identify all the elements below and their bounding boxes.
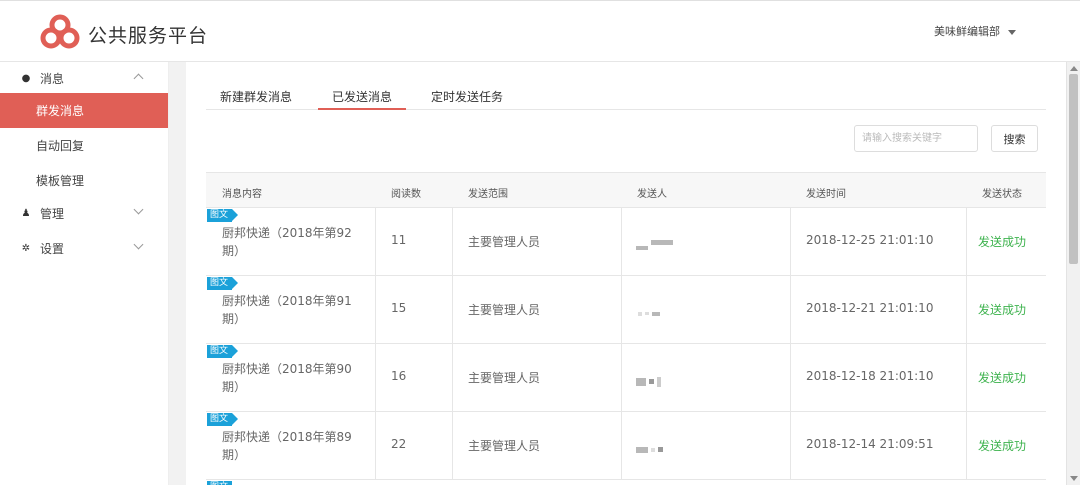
user-account-menu[interactable]: 美味鲜编辑部	[934, 23, 1016, 39]
table-header: 消息内容 阅读数 发送范围 发送人 发送时间 发送状态	[206, 173, 1046, 208]
message-title[interactable]: 厨邦快递（2018年第91期）	[222, 292, 357, 328]
message-title[interactable]: 厨邦快递（2018年第90期）	[222, 360, 357, 396]
caret-down-icon	[1008, 29, 1016, 35]
send-time: 2018-12-18 21:01:10	[806, 369, 934, 383]
chat-bubble-icon: ●	[21, 72, 31, 84]
app-title: 公共服务平台	[88, 25, 209, 47]
send-scope: 主要管理人员	[468, 235, 541, 249]
sidebar-group-label: 消息	[40, 71, 65, 86]
article-badge: 图文	[207, 209, 233, 222]
article-badge: 图文	[207, 345, 233, 358]
send-time: 2018-12-14 21:09:51	[806, 437, 934, 451]
sidebar-group-manage[interactable]: ♟ 管理	[0, 198, 168, 228]
read-count: 11	[391, 233, 407, 247]
sidebar: ● 消息 群发消息 自动回复 模板管理 ♟ 管理 ✲ 设置	[0, 62, 169, 485]
user-icon: ♟	[21, 207, 31, 219]
chevron-up-icon	[133, 73, 144, 84]
redacted-sender	[636, 371, 664, 390]
tab-sent-messages[interactable]: 已发送消息	[318, 88, 407, 110]
redacted-sender	[636, 439, 666, 458]
read-count: 22	[391, 437, 407, 451]
column-header-status: 发送状态	[982, 189, 1022, 200]
table-row[interactable]: 图文 厨邦快递（2018年第92期） 11 主要管理人员 2018-12-25 …	[206, 208, 1046, 276]
sidebar-item-group-message[interactable]: 群发消息	[0, 93, 168, 128]
sidebar-group-messages[interactable]: ● 消息	[0, 63, 168, 93]
scrollbar-thumb[interactable]	[1069, 74, 1078, 264]
sidebar-item-label: 模板管理	[36, 174, 85, 188]
scroll-down-arrow-icon[interactable]	[1070, 476, 1078, 481]
sidebar-group-settings[interactable]: ✲ 设置	[0, 233, 168, 263]
column-header-scope: 发送范围	[468, 189, 508, 200]
article-badge: 图文	[207, 277, 233, 290]
chevron-down-icon	[133, 239, 144, 250]
redacted-sender	[636, 235, 676, 254]
send-status: 发送成功	[978, 235, 1027, 249]
top-header: 公共服务平台 美味鲜编辑部	[0, 0, 1080, 62]
table-row[interactable]: 图文 厨邦快递（2018年第89期） 22 主要管理人员 2018-12-14 …	[206, 412, 1046, 480]
sidebar-group-label: 管理	[40, 206, 65, 221]
search-button[interactable]: 搜索	[991, 125, 1038, 152]
sidebar-group-label: 设置	[40, 241, 65, 256]
sidebar-item-label: 自动回复	[36, 139, 85, 153]
redacted-sender	[638, 303, 663, 322]
user-name: 美味鲜编辑部	[934, 25, 1000, 38]
table-row[interactable]: 图文	[206, 480, 1046, 485]
send-status: 发送成功	[978, 371, 1027, 385]
message-title[interactable]: 厨邦快递（2018年第89期）	[222, 428, 357, 464]
tab-scheduled-tasks[interactable]: 定时发送任务	[431, 88, 503, 110]
read-count: 16	[391, 369, 407, 383]
article-badge: 图文	[207, 481, 233, 485]
send-scope: 主要管理人员	[468, 371, 541, 385]
send-status: 发送成功	[978, 303, 1027, 317]
chevron-down-icon	[133, 204, 144, 215]
vertical-scrollbar[interactable]	[1066, 62, 1080, 485]
search-input[interactable]	[854, 125, 978, 152]
table-row[interactable]: 图文 厨邦快递（2018年第90期） 16 主要管理人员 2018-12-18 …	[206, 344, 1046, 412]
content-panel: 新建群发消息 已发送消息 定时发送任务 搜索 消息内容 阅读数 发送范围 发送人…	[186, 62, 1066, 485]
send-time: 2018-12-25 21:01:10	[806, 233, 934, 247]
article-badge: 图文	[207, 413, 233, 426]
column-header-time: 发送时间	[806, 189, 846, 200]
read-count: 15	[391, 301, 407, 315]
sidebar-item-label: 群发消息	[36, 104, 85, 118]
send-scope: 主要管理人员	[468, 303, 541, 317]
platform-logo-icon[interactable]	[40, 13, 80, 53]
sidebar-item-auto-reply[interactable]: 自动回复	[0, 128, 168, 163]
main-area: 新建群发消息 已发送消息 定时发送任务 搜索 消息内容 阅读数 发送范围 发送人…	[169, 62, 1066, 485]
sidebar-item-template-manage[interactable]: 模板管理	[0, 163, 168, 198]
table-row[interactable]: 图文 厨邦快递（2018年第91期） 15 主要管理人员 2018-12-21 …	[206, 276, 1046, 344]
send-time: 2018-12-21 21:01:10	[806, 301, 934, 315]
send-status: 发送成功	[978, 439, 1027, 453]
scroll-up-arrow-icon[interactable]	[1070, 66, 1078, 71]
tab-new-broadcast[interactable]: 新建群发消息	[220, 88, 292, 110]
gear-icon: ✲	[21, 242, 31, 254]
tab-bar: 新建群发消息 已发送消息 定时发送任务	[206, 88, 1046, 110]
column-header-sender: 发送人	[637, 189, 667, 200]
message-title[interactable]: 厨邦快递（2018年第92期）	[222, 224, 357, 260]
send-scope: 主要管理人员	[468, 439, 541, 453]
column-header-reads: 阅读数	[391, 189, 421, 200]
column-header-content: 消息内容	[222, 189, 262, 200]
sent-messages-table: 消息内容 阅读数 发送范围 发送人 发送时间 发送状态 图文 厨邦快递（2018…	[206, 172, 1046, 485]
